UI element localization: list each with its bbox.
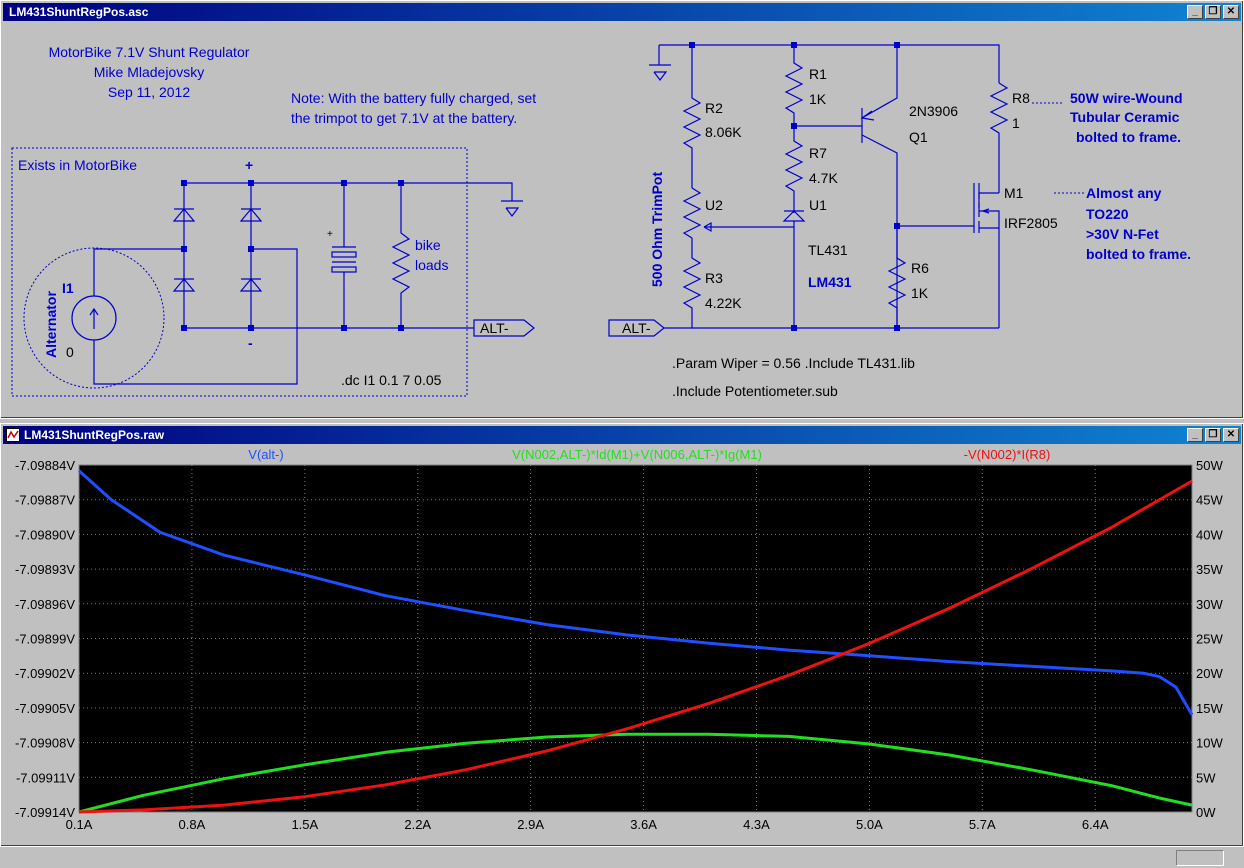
plot-window: LM431ShuntRegPos.raw _ ❐ ✕ -7.09884V 50W -… xyxy=(0,423,1244,847)
x-tick-label: 0.1A xyxy=(66,817,93,832)
y-right-tick-label: 25W xyxy=(1196,632,1223,647)
m1-name: M1 xyxy=(1004,185,1024,201)
r7-name: R7 xyxy=(809,145,827,161)
y-left-tick-label: -7.09893V xyxy=(15,562,75,577)
note-line-1: Note: With the battery fully charged, se… xyxy=(291,90,536,106)
header-line-2: Mike Mladejovsky xyxy=(94,64,204,80)
y-right-tick-label: 30W xyxy=(1196,597,1223,612)
close-button[interactable]: ✕ xyxy=(1223,428,1239,442)
r8-note-2: Tubular Ceramic xyxy=(1070,109,1180,125)
x-tick-label: 3.6A xyxy=(630,817,657,832)
y-right-tick-label: 35W xyxy=(1196,562,1223,577)
status-cell xyxy=(1176,850,1224,866)
m1-note-2: TO220 xyxy=(1086,206,1129,222)
i1-value: 0 xyxy=(66,344,74,360)
y-left-tick-label: -7.09887V xyxy=(15,493,75,508)
r7-value: 4.7K xyxy=(809,170,838,186)
series-title: -V(N002)*I(R8) xyxy=(964,447,1051,462)
y-left-tick-label: -7.09884V xyxy=(15,458,75,473)
r8-note-3: bolted to frame. xyxy=(1076,129,1181,145)
plot-titlebar[interactable]: LM431ShuntRegPos.raw _ ❐ ✕ xyxy=(3,426,1241,444)
close-button[interactable]: ✕ xyxy=(1223,5,1239,19)
header-line-1: MotorBike 7.1V Shunt Regulator xyxy=(49,44,250,60)
alt-flag-right-text: ALT- xyxy=(622,320,651,336)
y-left-tick-label: -7.09899V xyxy=(15,632,75,647)
x-tick-label: 5.7A xyxy=(969,817,996,832)
u1-value: TL431 xyxy=(808,242,848,258)
bike-loads-1: bike xyxy=(415,237,441,253)
series-title: V(alt-) xyxy=(248,447,283,462)
x-tick-label: 1.5A xyxy=(291,817,318,832)
alternator-label: Alternator xyxy=(43,291,59,358)
r3-name: R3 xyxy=(705,270,723,286)
y-left-tick-label: -7.09896V xyxy=(15,597,75,612)
m1-note-4: bolted to frame. xyxy=(1086,246,1191,262)
minimize-button[interactable]: _ xyxy=(1187,428,1203,442)
m1-note-1: Almost any xyxy=(1086,185,1162,201)
r2-name: R2 xyxy=(705,100,723,116)
y-right-tick-label: 20W xyxy=(1196,666,1223,681)
q1-name: Q1 xyxy=(909,129,928,145)
u2-name: U2 xyxy=(705,197,723,213)
y-right-tick-label: 5W xyxy=(1196,770,1216,785)
waveform-plot[interactable]: -7.09884V 50W -7.09887V 45W -7.09890V 40W -7.0… xyxy=(4,446,1240,844)
x-tick-label: 0.8A xyxy=(179,817,206,832)
y-left-tick-label: -7.09911V xyxy=(16,770,75,785)
m1-note-3: >30V N-Fet xyxy=(1086,226,1159,242)
restore-button[interactable]: ❐ xyxy=(1205,5,1221,19)
y-right-tick-label: 0W xyxy=(1196,805,1216,820)
y-right-tick-label: 45W xyxy=(1196,493,1223,508)
restore-button[interactable]: ❐ xyxy=(1205,428,1221,442)
i1-label: I1 xyxy=(62,280,74,296)
u1-name: U1 xyxy=(809,197,827,213)
series-title: V(N002,ALT-)*Id(M1)+V(N006,ALT-)*Ig(M1) xyxy=(512,447,762,462)
box-label: Exists in MotorBike xyxy=(18,157,137,173)
r6-name: R6 xyxy=(911,260,929,276)
m1-value: IRF2805 xyxy=(1004,215,1058,231)
y-right-tick-label: 40W xyxy=(1196,527,1223,542)
header-line-3: Sep 11, 2012 xyxy=(108,84,190,100)
y-left-tick-label: -7.09902V xyxy=(15,666,75,681)
alt-flag-left-text: ALT- xyxy=(480,320,509,336)
cap-plus: + xyxy=(327,229,333,240)
r3-value: 4.22K xyxy=(705,295,742,311)
r8-value: 1 xyxy=(1012,115,1020,131)
y-right-tick-label: 10W xyxy=(1196,736,1223,751)
schematic-titlebar[interactable]: LM431ShuntRegPos.asc _ ❐ ✕ xyxy=(3,3,1241,21)
x-tick-label: 6.4A xyxy=(1082,817,1109,832)
dc-directive: .dc I1 0.1 7 0.05 xyxy=(341,372,442,388)
minimize-button[interactable]: _ xyxy=(1187,5,1203,19)
r8-note-1: 50W wire-Wound xyxy=(1070,90,1183,106)
include-line: .Include Potentiometer.sub xyxy=(672,383,838,399)
y-right-tick-label: 50W xyxy=(1196,458,1223,473)
status-bar xyxy=(0,846,1244,868)
y-right-tick-label: 15W xyxy=(1196,701,1223,716)
plot-title: LM431ShuntRegPos.raw xyxy=(24,428,165,442)
u1-alt: LM431 xyxy=(808,274,852,290)
y-left-tick-label: -7.09905V xyxy=(15,701,75,716)
x-tick-label: 2.9A xyxy=(517,817,544,832)
minus-label: - xyxy=(248,335,253,351)
schematic-title: LM431ShuntRegPos.asc xyxy=(9,5,149,19)
y-left-tick-label: -7.09890V xyxy=(15,527,75,542)
waveform-icon xyxy=(6,428,20,442)
r1-name: R1 xyxy=(809,66,827,82)
plus-label: + xyxy=(245,157,253,173)
y-left-tick-label: -7.09908V xyxy=(15,736,75,751)
schematic-window: LM431ShuntRegPos.asc _ ❐ ✕ MotorBike 7.1… xyxy=(0,0,1244,419)
q1-value: 2N3906 xyxy=(909,103,958,119)
x-tick-label: 2.2A xyxy=(404,817,431,832)
schematic-canvas[interactable]: MotorBike 7.1V Shunt Regulator Mike Mlad… xyxy=(4,23,1240,415)
param-line: .Param Wiper = 0.56 .Include TL431.lib xyxy=(672,355,915,371)
r2-value: 8.06K xyxy=(705,124,742,140)
note-line-2: the trimpot to get 7.1V at the battery. xyxy=(291,110,517,126)
trimpot-label: 500 Ohm TrimPot xyxy=(649,172,665,287)
bike-loads-2: loads xyxy=(415,257,448,273)
r1-value: 1K xyxy=(809,91,827,107)
r6-value: 1K xyxy=(911,285,929,301)
r8-name: R8 xyxy=(1012,90,1030,106)
x-tick-label: 5.0A xyxy=(856,817,883,832)
x-tick-label: 4.3A xyxy=(743,817,770,832)
